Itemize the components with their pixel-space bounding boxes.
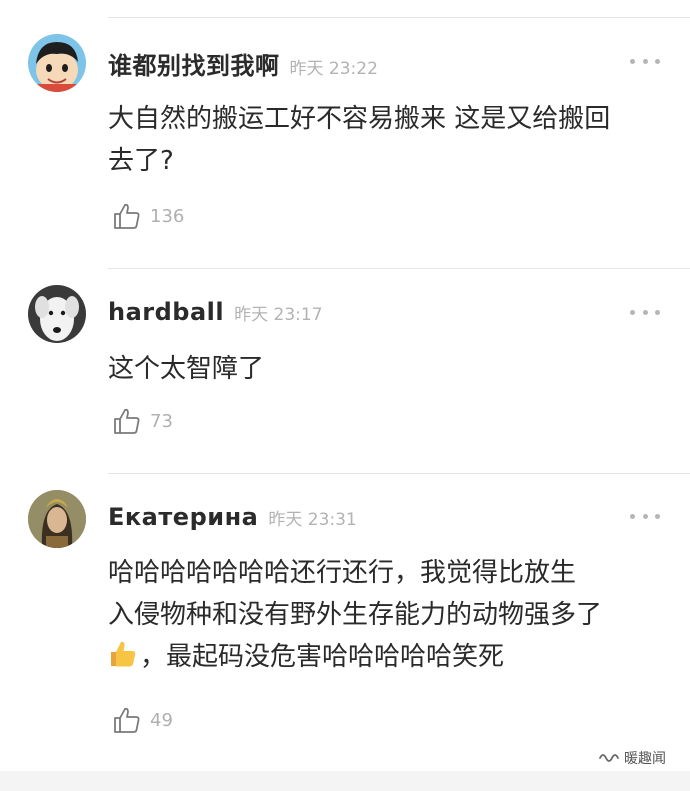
comment-meta: Екатерина 昨天 23:31 — [108, 503, 357, 531]
dot-icon — [655, 309, 660, 315]
avatar[interactable] — [28, 490, 86, 548]
avatar[interactable] — [28, 34, 86, 92]
watermark: 暖趣闻 — [598, 748, 666, 768]
dot-icon — [630, 58, 635, 64]
more-options-button[interactable] — [630, 307, 660, 317]
thumbs-up-emoji-icon — [108, 639, 138, 682]
more-options-button[interactable] — [630, 56, 660, 66]
dot-icon — [630, 309, 635, 315]
username[interactable]: 谁都别找到我啊 — [108, 52, 280, 80]
comment-divider — [108, 473, 690, 474]
like-button[interactable]: 136 — [112, 201, 184, 231]
dot-icon — [630, 513, 635, 519]
dot-icon — [642, 513, 648, 519]
bottom-bar — [0, 771, 690, 791]
woman-portrait-avatar-icon — [28, 490, 86, 548]
comment-text-line-tail: ，最起码没危害哈哈哈哈哈笑死 — [140, 642, 505, 672]
top-divider — [108, 17, 690, 18]
username[interactable]: Екатерина — [108, 503, 258, 531]
username[interactable]: hardball — [108, 298, 224, 326]
comment-text: 大自然的搬运工好不容易搬来 这是又给搬回 去了? — [108, 98, 668, 182]
wechat-channel-icon — [599, 754, 619, 762]
dot-icon — [655, 58, 660, 64]
comment-meta: hardball 昨天 23:17 — [108, 298, 323, 326]
thumbs-up-outline-icon — [114, 408, 140, 434]
timestamp: 昨天 23:31 — [268, 510, 357, 530]
comment-list-page: 谁都别找到我啊 昨天 23:22 大自然的搬运工好不容易搬来 这是又给搬回 去了?… — [0, 0, 690, 791]
comment-text-line: 哈哈哈哈哈哈哈还行还行，我觉得比放生 — [108, 558, 577, 588]
comment-text-line: 去了? — [108, 146, 174, 176]
comment-text-line: 这个太智障了 — [108, 354, 265, 384]
like-button[interactable]: 49 — [112, 705, 173, 735]
timestamp: 昨天 23:22 — [289, 59, 378, 79]
more-options-button[interactable] — [630, 511, 660, 521]
thumbs-up-outline-icon — [114, 707, 140, 733]
comment-text-line: 大自然的搬运工好不容易搬来 这是又给搬回 — [108, 104, 611, 134]
comment-text-line: ，最起码没危害哈哈哈哈哈笑死 — [108, 636, 668, 682]
comment-divider — [108, 268, 690, 269]
dot-icon — [642, 58, 648, 64]
timestamp: 昨天 23:17 — [234, 305, 323, 325]
like-count: 136 — [150, 205, 185, 227]
comment-meta: 谁都别找到我啊 昨天 23:22 — [108, 46, 378, 81]
watermark-label: 暖趣闻 — [624, 751, 666, 767]
white-dog-avatar-icon — [28, 285, 86, 343]
comment-text-line: 入侵物种和没有野外生存能力的动物强多了 — [108, 600, 603, 630]
dot-icon — [642, 309, 648, 315]
avatar[interactable] — [28, 285, 86, 343]
like-button[interactable]: 73 — [112, 406, 173, 436]
dot-icon — [655, 513, 660, 519]
cartoon-boy-avatar-icon — [28, 34, 86, 92]
comment-text: 这个太智障了 — [108, 348, 668, 390]
thumbs-up-outline-icon — [114, 203, 140, 229]
comment-text: 哈哈哈哈哈哈哈还行还行，我觉得比放生 入侵物种和没有野外生存能力的动物强多了 ，… — [108, 552, 668, 682]
like-count: 49 — [150, 709, 173, 731]
like-count: 73 — [150, 410, 173, 432]
